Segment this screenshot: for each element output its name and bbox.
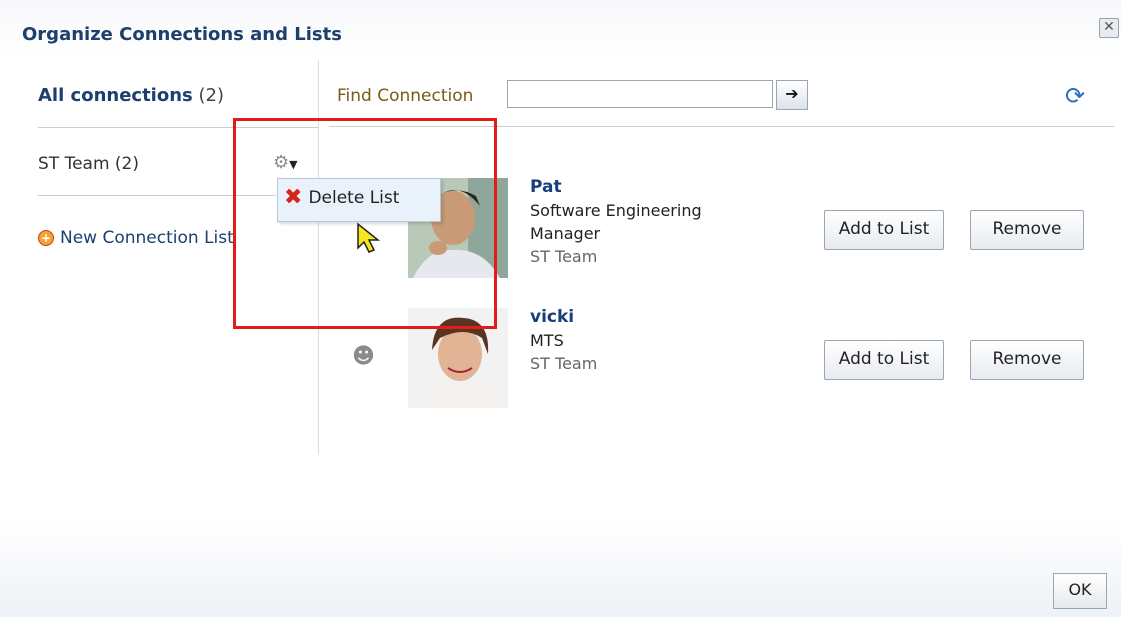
connection-info: vicki MTS ST Team (530, 306, 597, 375)
ok-button[interactable]: OK (1053, 573, 1107, 609)
connection-name-link[interactable]: vicki (530, 306, 597, 329)
all-connections-link[interactable]: All connections (2) (38, 85, 224, 106)
search-go-button[interactable]: ➔ (776, 80, 808, 110)
highlight-box (233, 118, 497, 329)
remove-button[interactable]: Remove (970, 340, 1084, 380)
refresh-button[interactable]: ⟳ (1065, 82, 1085, 110)
arrow-right-icon: ➔ (785, 84, 799, 103)
connection-name-link[interactable]: Pat (530, 176, 702, 199)
connection-info: Pat Software Engineering Manager ST Team (530, 176, 702, 268)
organize-connections-dialog: Organize Connections and Lists ✕ All con… (0, 0, 1121, 617)
add-icon: + (38, 230, 54, 246)
add-to-list-button[interactable]: Add to List (824, 210, 944, 250)
all-connections-count: (2) (198, 85, 224, 106)
connection-title: MTS (530, 331, 564, 350)
list-label: ST Team (38, 154, 110, 174)
connection-title: Software Engineering (530, 201, 702, 220)
connection-list: ST Team (530, 247, 598, 266)
dialog-title: Organize Connections and Lists (22, 24, 342, 45)
new-connection-list-link[interactable]: + New Connection List (38, 228, 234, 248)
remove-button[interactable]: Remove (970, 210, 1084, 250)
list-count: (2) (114, 154, 140, 174)
connection-list: ST Team (530, 354, 598, 373)
refresh-icon: ⟳ (1065, 82, 1086, 110)
new-list-label: New Connection List (60, 228, 234, 248)
find-connection-input[interactable] (507, 80, 773, 108)
all-connections-label: All connections (38, 85, 193, 106)
find-connection-label: Find Connection (337, 86, 474, 106)
presence-icon: ☻ (352, 344, 375, 369)
close-button[interactable]: ✕ (1099, 18, 1119, 38)
connection-title-continued: Manager (530, 224, 601, 243)
add-to-list-button[interactable]: Add to List (824, 340, 944, 380)
list-item-st-team[interactable]: ST Team (2) (38, 154, 139, 174)
close-icon: ✕ (1103, 19, 1115, 35)
